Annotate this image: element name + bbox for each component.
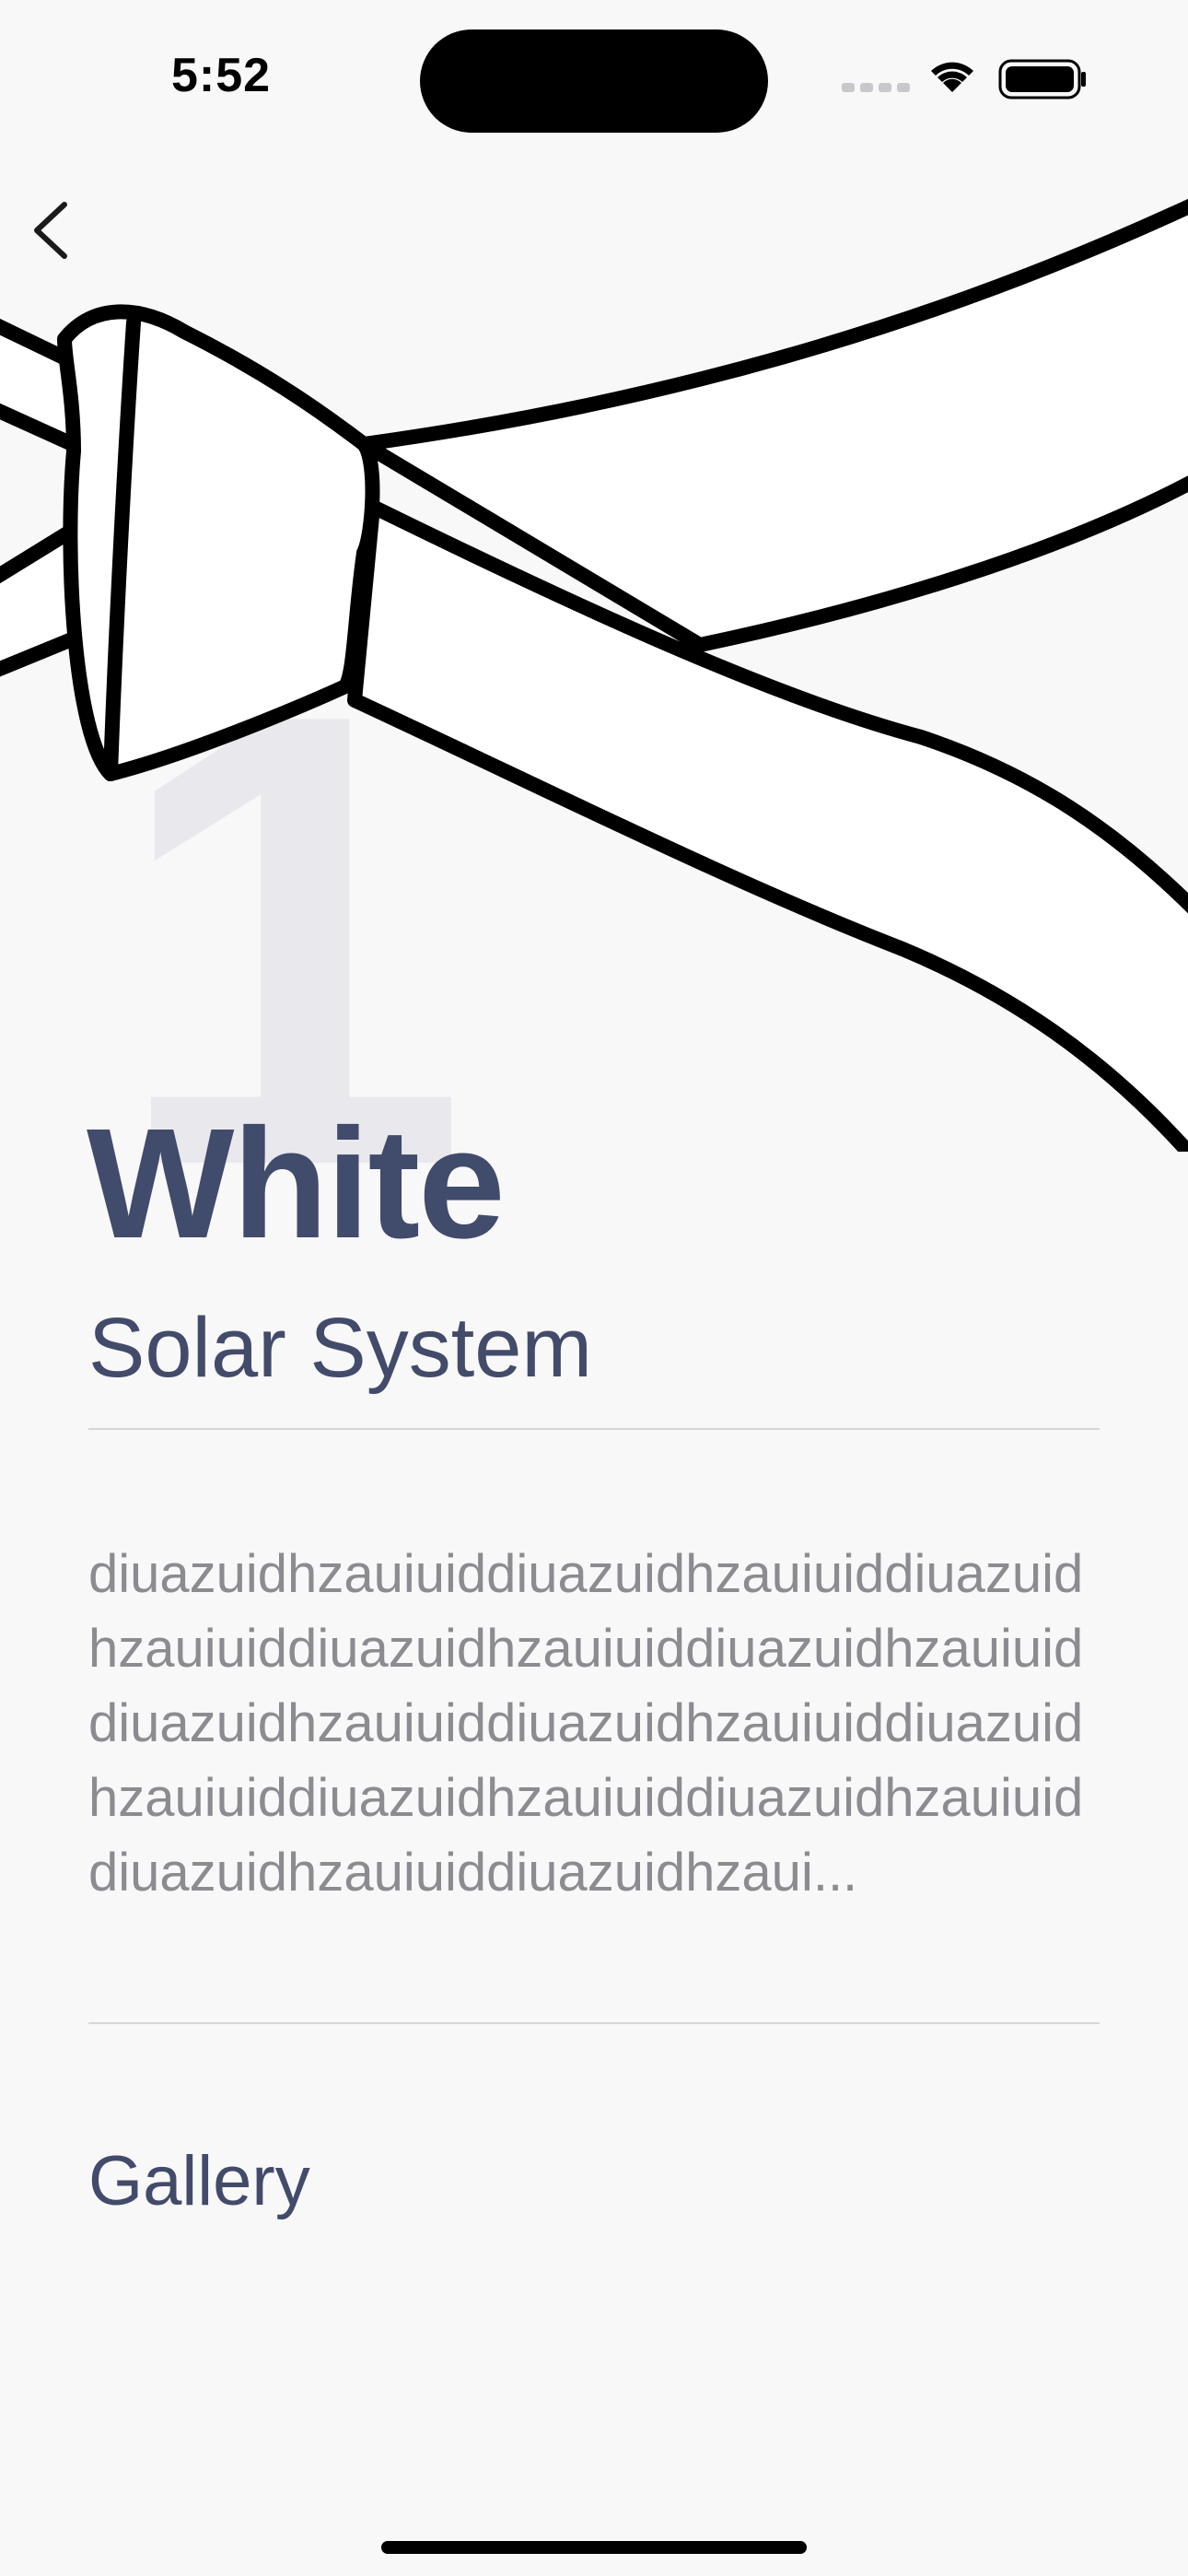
back-button[interactable] — [18, 184, 101, 276]
home-indicator[interactable] — [381, 2541, 807, 2554]
status-icons — [842, 59, 1086, 100]
battery-icon — [998, 59, 1086, 100]
belt-description: diuazuidhzauiuiddiuazuidhzauiuiddiuazuid… — [88, 1544, 1084, 1903]
white-belt-illustration — [0, 198, 1188, 1152]
belt-subtitle: Solar System — [88, 1301, 593, 1395]
chevron-left-icon — [34, 202, 67, 259]
divider — [88, 2022, 1100, 2024]
cellular-signal-icon — [842, 83, 910, 92]
belt-title: White — [87, 1096, 506, 1271]
status-bar: 5:52 — [0, 0, 1188, 157]
gallery-section-title: Gallery — [88, 2142, 310, 2220]
belt-hero: 1 — [0, 184, 1188, 1262]
status-time: 5:52 — [171, 49, 272, 102]
wifi-icon — [931, 62, 973, 92]
divider — [88, 1428, 1100, 1430]
dynamic-island — [420, 29, 768, 133]
